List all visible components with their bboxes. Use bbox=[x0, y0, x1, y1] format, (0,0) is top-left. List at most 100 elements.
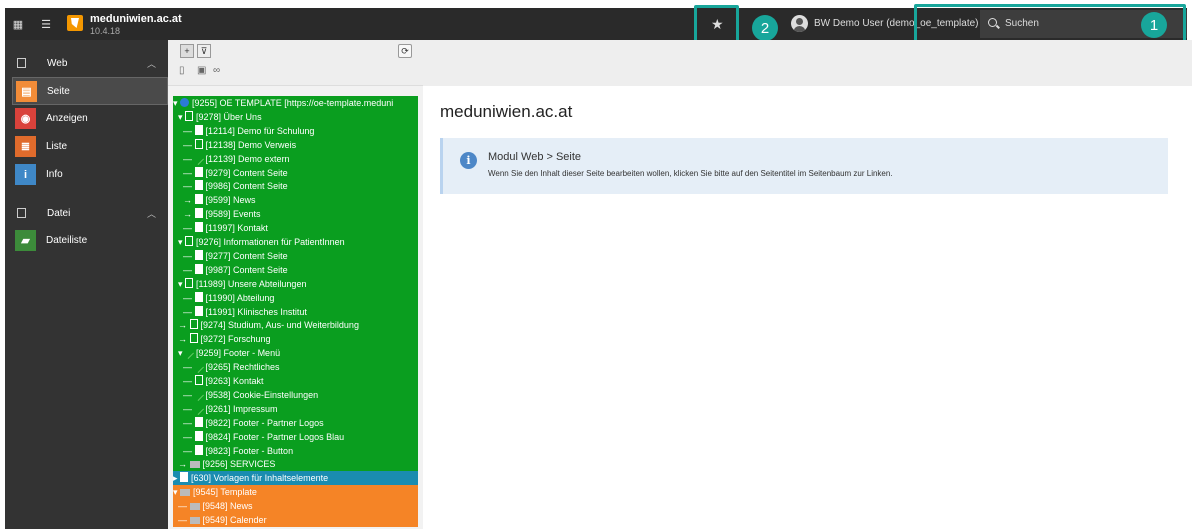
tree-node[interactable]: — [9824] Footer - Partner Logos Blau bbox=[173, 429, 418, 444]
tree-node[interactable]: ▾ [9278] Über Uns bbox=[173, 109, 418, 124]
tree-branch[interactable]: — bbox=[173, 501, 190, 511]
tree-branch[interactable]: — bbox=[173, 140, 195, 150]
shortcut-page-icon[interactable]: ▣ bbox=[197, 65, 206, 76]
user-avatar-icon[interactable] bbox=[791, 15, 808, 32]
tree-node[interactable]: — [11990] Abteilung bbox=[173, 290, 418, 305]
tree-node[interactable]: — [9279] Content Seite bbox=[173, 165, 418, 180]
tree-branch[interactable]: → bbox=[173, 195, 195, 205]
tree-branch[interactable]: — bbox=[173, 251, 195, 261]
tree-node-label[interactable]: [9599] News bbox=[206, 195, 256, 205]
tree-node[interactable]: — [9277] Content Seite bbox=[173, 248, 418, 263]
tree-node[interactable]: ▾ [9255] OE TEMPLATE [https://oe-templat… bbox=[173, 96, 418, 110]
tree-node[interactable]: — [9823] Footer - Button bbox=[173, 443, 418, 458]
tree-node[interactable]: — [9261] Impressum bbox=[173, 401, 418, 416]
tree-node-label[interactable]: [630] Vorlagen für Inhaltselemente bbox=[191, 473, 328, 483]
tree-node-label[interactable]: [9824] Footer - Partner Logos Blau bbox=[206, 432, 345, 442]
tree-node-label[interactable]: [11990] Abteilung bbox=[206, 293, 275, 303]
tree-node[interactable]: — [9538] Cookie-Einstellungen bbox=[173, 387, 418, 402]
group-web[interactable]: Web ︿ bbox=[5, 50, 168, 76]
tree-node-label[interactable]: [9823] Footer - Button bbox=[206, 446, 294, 456]
tree-node-label[interactable]: [12114] Demo für Schulung bbox=[206, 126, 315, 136]
tree-node-label[interactable]: [9549] Calender bbox=[203, 515, 267, 525]
tree-branch[interactable]: — bbox=[173, 376, 195, 386]
tree-branch[interactable]: — bbox=[173, 418, 195, 428]
tree-node-label[interactable]: [9986] Content Seite bbox=[206, 181, 288, 191]
tree-node-label[interactable]: [11997] Kontakt bbox=[206, 223, 268, 233]
tree-node[interactable]: — [9548] News bbox=[173, 499, 418, 514]
page-icon[interactable]: ▯ bbox=[179, 65, 185, 76]
tree-node-label[interactable]: [12138] Demo Verweis bbox=[206, 140, 297, 150]
tree-node-label[interactable]: [12139] Demo extern bbox=[206, 154, 290, 164]
chevron-up-icon[interactable]: ︿ bbox=[147, 57, 156, 70]
tree-node[interactable]: — [12114] Demo für Schulung bbox=[173, 123, 418, 138]
module-item-liste[interactable]: ≣ Liste bbox=[12, 133, 168, 161]
tree-node-label[interactable]: [9545] Template bbox=[193, 487, 257, 497]
tree-branch[interactable]: — bbox=[173, 404, 195, 414]
tree-node[interactable]: — [9822] Footer - Partner Logos bbox=[173, 415, 418, 430]
tree-branch[interactable]: → bbox=[173, 209, 195, 219]
tree-node-label[interactable]: [9261] Impressum bbox=[206, 404, 278, 414]
tree-branch[interactable]: — bbox=[173, 223, 195, 233]
module-item-dateiliste[interactable]: ▰ Dateiliste bbox=[12, 227, 168, 255]
tree-branch[interactable]: — bbox=[173, 390, 195, 400]
tree-node-label[interactable]: [9538] Cookie-Einstellungen bbox=[206, 390, 319, 400]
tree-node[interactable]: → [9256] SERVICES bbox=[173, 457, 418, 472]
tree-node-label[interactable]: [11989] Unsere Abteilungen bbox=[196, 279, 306, 289]
tree-node-label[interactable]: [9589] Events bbox=[206, 209, 261, 219]
tree-branch[interactable]: ▾ bbox=[173, 98, 180, 108]
tree-node[interactable]: → [9272] Forschung bbox=[173, 332, 418, 347]
tree-node[interactable]: — [9987] Content Seite bbox=[173, 262, 418, 277]
tree-branch[interactable]: ▾ bbox=[173, 279, 185, 289]
tree-branch[interactable]: → bbox=[173, 334, 190, 344]
tree-branch[interactable]: ▾ bbox=[173, 237, 185, 247]
tree-branch[interactable]: — bbox=[173, 362, 195, 372]
tree-node-label[interactable]: [9276] Informationen für PatientInnen bbox=[196, 237, 345, 247]
tree-node-label[interactable]: [9263] Kontakt bbox=[206, 376, 264, 386]
tree-branch[interactable]: — bbox=[173, 293, 195, 303]
tree-branch[interactable]: — bbox=[173, 307, 195, 317]
tree-node-label[interactable]: [9822] Footer - Partner Logos bbox=[206, 418, 324, 428]
tree-node[interactable]: ▾ [9545] Template bbox=[173, 485, 418, 500]
tree-branch[interactable]: — bbox=[173, 181, 195, 191]
tree-node-label[interactable]: [9272] Forschung bbox=[201, 334, 271, 344]
link-page-icon[interactable]: ∞ bbox=[213, 65, 220, 76]
tree-branch[interactable]: — bbox=[173, 168, 195, 178]
tree-branch[interactable]: ▸ bbox=[173, 473, 180, 483]
tree-branch[interactable]: ▾ bbox=[173, 112, 185, 122]
tree-branch[interactable]: — bbox=[173, 432, 195, 442]
tree-node[interactable]: ▾ [11989] Unsere Abteilungen bbox=[173, 276, 418, 291]
tree-node-label[interactable]: [9255] OE TEMPLATE [https://oe-template.… bbox=[192, 98, 393, 108]
filter-icon[interactable]: ⊽ bbox=[197, 44, 211, 58]
tree-node-label[interactable]: [9278] Über Uns bbox=[196, 112, 262, 122]
tree-node-label[interactable]: [9274] Studium, Aus- und Weiterbildung bbox=[201, 320, 359, 330]
tree-node-label[interactable]: [9256] SERVICES bbox=[203, 459, 276, 469]
tree-node[interactable]: — [9549] Calender bbox=[173, 513, 418, 527]
new-page-drag-icon[interactable]: + bbox=[180, 44, 194, 58]
tree-node[interactable]: — [9263] Kontakt bbox=[173, 374, 418, 388]
tree-node-label[interactable]: [9987] Content Seite bbox=[206, 265, 288, 275]
tree-branch[interactable]: — bbox=[173, 265, 195, 275]
tree-branch[interactable]: ▾ bbox=[173, 348, 185, 358]
module-item-seite[interactable]: ▤ Seite bbox=[12, 77, 168, 105]
tree-node[interactable]: — [9986] Content Seite bbox=[173, 179, 418, 194]
tree-branch[interactable]: → bbox=[173, 320, 190, 330]
tree-node[interactable]: ▾ [9259] Footer - Menü bbox=[173, 346, 418, 361]
typo3-logo-icon[interactable] bbox=[67, 15, 83, 31]
tree-node[interactable]: → [9589] Events bbox=[173, 207, 418, 222]
tree-node[interactable]: — [12138] Demo Verweis bbox=[173, 137, 418, 152]
tree-node-label[interactable]: [9277] Content Seite bbox=[206, 251, 288, 261]
tree-node-label[interactable]: [9548] News bbox=[203, 501, 253, 511]
tree-node[interactable]: — [12139] Demo extern bbox=[173, 151, 418, 166]
tree-node[interactable]: — [11991] Klinisches Institut bbox=[173, 304, 418, 319]
tree-node-label[interactable]: [9279] Content Seite bbox=[206, 168, 288, 178]
tree-node[interactable]: — [11997] Kontakt bbox=[173, 221, 418, 236]
tree-node-label[interactable]: [9265] Rechtliches bbox=[206, 362, 280, 372]
chevron-up-icon[interactable]: ︿ bbox=[147, 207, 156, 220]
tree-branch[interactable]: → bbox=[173, 459, 190, 469]
tree-branch[interactable]: — bbox=[173, 126, 195, 136]
module-item-anzeigen[interactable]: ◉ Anzeigen bbox=[12, 105, 168, 133]
tree-node[interactable]: ▸ [630] Vorlagen für Inhaltselemente bbox=[173, 471, 418, 486]
tree-node-label[interactable]: [9259] Footer - Menü bbox=[196, 348, 280, 358]
tree-branch[interactable]: — bbox=[173, 154, 195, 164]
tree-branch[interactable]: — bbox=[173, 446, 195, 456]
